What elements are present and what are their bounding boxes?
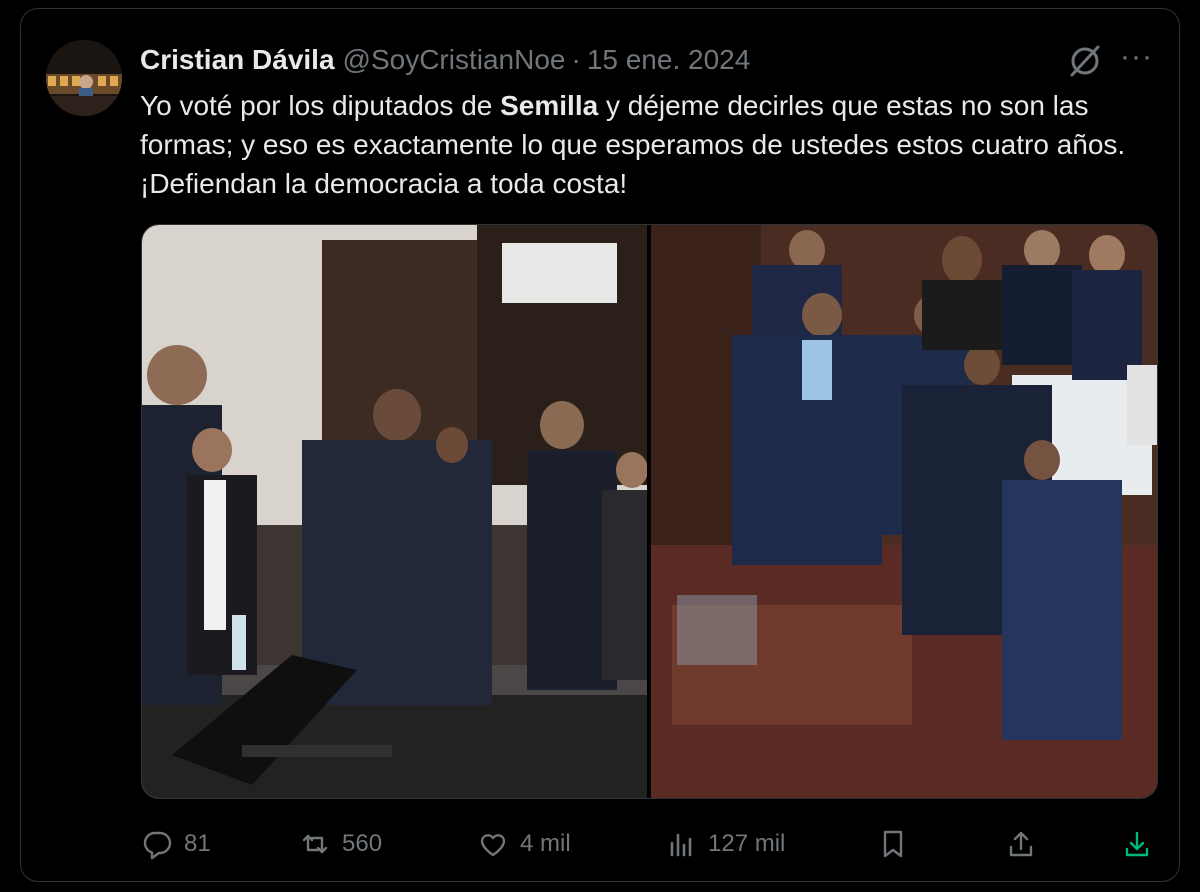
download-button[interactable]	[1120, 822, 1154, 866]
tweet-text-part-1: Yo voté por los diputados de	[140, 90, 501, 121]
grok-icon[interactable]	[1066, 42, 1104, 80]
profile-avatar[interactable]	[46, 40, 122, 116]
like-button[interactable]: 4 mil	[476, 822, 571, 866]
tweet-date[interactable]: 15 ene. 2024	[587, 44, 751, 76]
tweet-header: Cristian Dávila @SoyCristianNoe · 15 ene…	[140, 42, 750, 78]
download-icon	[1125, 831, 1149, 857]
media-photo-left[interactable]	[142, 225, 648, 798]
like-count: 4 mil	[520, 830, 571, 857]
reply-count: 81	[184, 830, 211, 857]
reply-button[interactable]: 81	[140, 822, 211, 866]
bookmark-icon	[883, 830, 903, 858]
views-icon	[670, 833, 692, 857]
heart-icon	[480, 834, 506, 857]
views-count: 127 mil	[708, 830, 786, 857]
header-separator: ·	[571, 44, 581, 75]
more-icon[interactable]: ···	[1120, 40, 1160, 76]
share-button[interactable]	[1004, 822, 1038, 866]
share-icon	[1009, 831, 1033, 857]
reply-icon	[143, 831, 172, 860]
avatar-image	[46, 40, 122, 116]
tweet-text: Yo voté por los diputados de Semilla y d…	[140, 86, 1130, 203]
bookmark-button[interactable]	[876, 822, 910, 866]
author-name[interactable]: Cristian Dávila	[140, 44, 335, 76]
tweet-text-bold: Semilla	[500, 90, 599, 121]
repost-count: 560	[342, 830, 383, 857]
views-button[interactable]: 127 mil	[664, 822, 785, 866]
tweet-media[interactable]	[141, 224, 1158, 799]
repost-button[interactable]: 560	[298, 822, 382, 866]
action-bar: 81 560 4 mil 127 mil	[140, 822, 1160, 866]
author-handle[interactable]: @SoyCristianNoe	[343, 44, 566, 76]
repost-icon	[302, 834, 328, 854]
media-photo-right[interactable]	[651, 225, 1157, 798]
